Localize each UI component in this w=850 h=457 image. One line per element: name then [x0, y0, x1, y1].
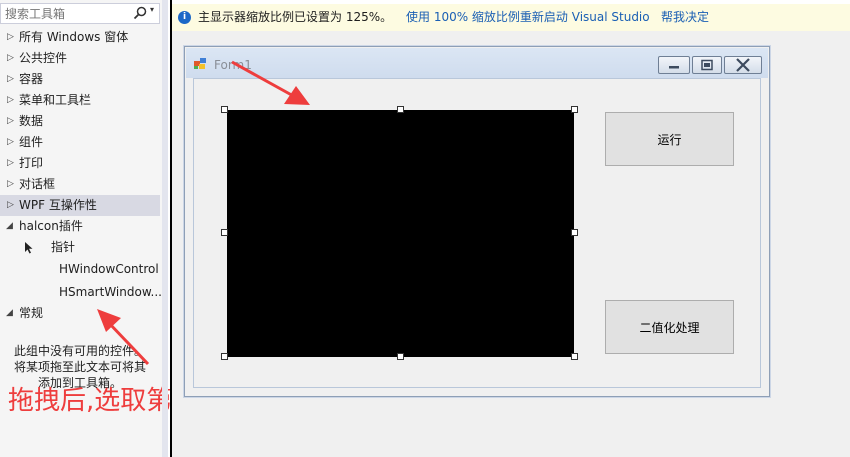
visual-studio-designer: ▾ ▷ 所有 Windows 窗体 ▷ 公共控件 ▷ 容器 ▷ 菜单和工具栏 ▷…	[0, 0, 850, 457]
annotation-arrow-top	[231, 60, 298, 100]
annotation-arrows	[97, 60, 310, 366]
annotation-arrowhead-bottom	[97, 309, 121, 332]
annotation-arrow-bottom	[106, 320, 150, 366]
annotation-arrowhead-top	[284, 86, 310, 105]
